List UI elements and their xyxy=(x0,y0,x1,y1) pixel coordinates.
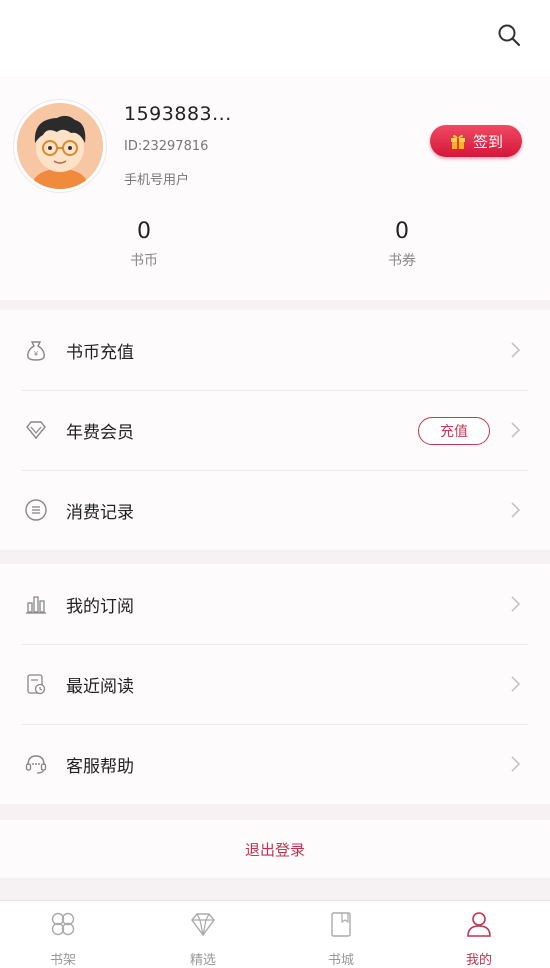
menu-label: 年费会员 xyxy=(66,422,134,443)
menu-label: 客服帮助 xyxy=(66,756,134,777)
book-icon xyxy=(331,912,351,937)
gem-icon xyxy=(191,913,215,937)
menu-item-my-subscriptions[interactable]: 我的订阅 xyxy=(0,564,550,644)
avatar-illustration xyxy=(17,103,103,189)
gift-icon xyxy=(450,134,465,149)
menu-item-annual-vip[interactable]: 年费会员 充值 xyxy=(0,390,550,470)
voucher-balance[interactable]: 0 书券 xyxy=(342,218,462,270)
coin-value: 0 xyxy=(137,219,151,244)
search-icon[interactable] xyxy=(496,22,522,48)
menu-label: 消费记录 xyxy=(66,502,134,523)
menu-item-consumption-records[interactable]: 消费记录 xyxy=(0,470,550,550)
tab-label: 书架 xyxy=(49,953,76,968)
user-type: 手机号用户 xyxy=(124,173,190,188)
chevron-right-icon xyxy=(511,422,521,438)
clover-icon xyxy=(51,912,75,936)
chevron-right-icon xyxy=(511,676,521,692)
bar-chart-icon xyxy=(26,596,46,614)
tab-label: 精选 xyxy=(189,953,216,968)
menu-item-recent-reading[interactable]: 最近阅读 xyxy=(0,644,550,724)
headset-icon xyxy=(25,755,47,774)
bottom-tab-bar: 书架 精选 书城 我的 xyxy=(0,900,550,968)
voucher-label: 书券 xyxy=(388,253,416,269)
money-bag-icon: ¥ xyxy=(27,341,45,361)
menu-label: 最近阅读 xyxy=(66,676,134,697)
chevron-right-icon xyxy=(511,756,521,772)
profile-card: 1593883... ID:23297816 手机号用户 签到 0 书币 0 书… xyxy=(0,76,550,300)
tab-label: 书城 xyxy=(327,953,354,968)
reading-menu: 我的订阅 最近阅读 客服帮助 xyxy=(0,564,550,804)
tab-featured[interactable]: 精选 xyxy=(148,901,258,968)
top-bar xyxy=(0,0,550,76)
chevron-right-icon xyxy=(511,342,521,358)
signin-label: 签到 xyxy=(472,132,503,151)
recharge-button[interactable]: 充值 xyxy=(418,417,490,445)
tab-mine[interactable]: 我的 xyxy=(424,901,534,968)
logout-button[interactable]: 退出登录 xyxy=(0,820,550,878)
diamond-icon xyxy=(26,421,46,440)
tab-label: 我的 xyxy=(465,953,492,968)
menu-label: 书币充值 xyxy=(66,342,134,363)
coin-label: 书币 xyxy=(130,253,158,269)
avatar[interactable] xyxy=(14,100,106,192)
svg-text:¥: ¥ xyxy=(34,350,39,358)
chevron-right-icon xyxy=(511,596,521,612)
menu-item-coin-recharge[interactable]: ¥ 书币充值 xyxy=(0,310,550,390)
user-icon xyxy=(467,912,491,937)
coin-balance[interactable]: 0 书币 xyxy=(84,218,204,270)
voucher-value: 0 xyxy=(395,219,409,244)
menu-label: 我的订阅 xyxy=(66,596,134,617)
signin-button[interactable]: 签到 xyxy=(430,125,522,157)
tab-bookstore[interactable]: 书城 xyxy=(286,901,396,968)
username: 1593883... xyxy=(124,103,232,125)
chevron-right-icon xyxy=(511,502,521,518)
menu-item-customer-service[interactable]: 客服帮助 xyxy=(0,724,550,804)
account-menu: ¥ 书币充值 年费会员 充值 消费记录 xyxy=(0,310,550,550)
clipboard-clock-icon xyxy=(27,674,46,695)
tab-bookshelf[interactable]: 书架 xyxy=(8,901,118,968)
user-id: ID:23297816 xyxy=(124,139,209,154)
receipt-icon xyxy=(25,499,47,521)
